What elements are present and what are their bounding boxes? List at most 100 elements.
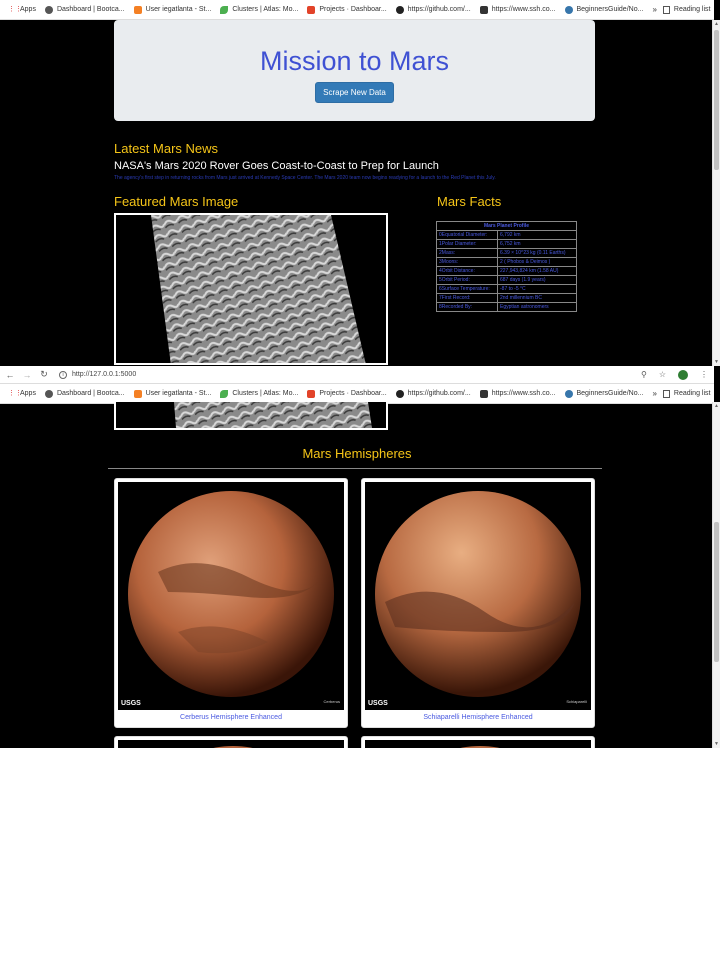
hemisphere-card-schiaparelli[interactable]: USGS Schiaparelli Schiaparelli Hemispher… bbox=[361, 478, 595, 728]
bookmark-stackoverflow[interactable]: User iegatlanta - St... bbox=[133, 389, 211, 398]
page-scrollbar-top[interactable]: ▲ ▼ bbox=[712, 20, 720, 366]
github-icon bbox=[395, 389, 404, 398]
hemisphere-card-cerberus[interactable]: USGS Cerberus Cerberus Hemisphere Enhanc… bbox=[114, 478, 348, 728]
bookmark-apps[interactable]: ⋮⋮ Apps bbox=[8, 6, 36, 14]
facts-key-cell: 8Recorded By: bbox=[436, 302, 498, 312]
hemisphere-image[interactable]: USGS Schiaparelli bbox=[365, 482, 591, 710]
facts-value-cell: 6,752 km bbox=[497, 239, 577, 249]
hemisphere-card-partial[interactable] bbox=[114, 736, 348, 748]
scrollbar-thumb[interactable] bbox=[714, 522, 719, 662]
facts-row: 8Recorded By: Egyptian astronomers bbox=[436, 302, 577, 312]
bookmark-python[interactable]: BeginnersGuide/No... bbox=[564, 389, 643, 398]
facts-index: 1 bbox=[439, 241, 442, 247]
facts-row: 0Equatorial Diameter: 6,792 km bbox=[436, 230, 577, 240]
mars-globe-image bbox=[188, 746, 278, 748]
ssh-icon bbox=[479, 5, 488, 14]
scroll-up-arrow-icon[interactable]: ▲ bbox=[713, 21, 720, 27]
forward-arrow-icon[interactable]: → bbox=[20, 370, 34, 380]
dune-texture-image bbox=[174, 402, 372, 428]
bookmarks-bar-2: ⋮⋮ Apps Dashboard | Bootca... User iegatl… bbox=[0, 384, 714, 404]
facts-index: 0 bbox=[439, 232, 442, 238]
bookmark-github[interactable]: https://github.com/... bbox=[395, 5, 471, 14]
mars-facts-table: Mars Planet Profile 0Equatorial Diameter… bbox=[436, 221, 577, 312]
facts-key-cell: 1Polar Diameter: bbox=[436, 239, 498, 249]
back-arrow-icon[interactable]: ← bbox=[3, 370, 17, 380]
facts-key-cell: 2Mass: bbox=[436, 248, 498, 258]
bookmarks-more-button[interactable]: » bbox=[652, 389, 656, 398]
facts-row: 7First Record: 2nd millennium BC bbox=[436, 293, 577, 303]
mongodb-leaf-icon bbox=[220, 389, 229, 398]
hemisphere-title-link[interactable]: Cerberus Hemisphere Enhanced bbox=[118, 714, 344, 721]
scroll-up-arrow-icon[interactable]: ▲ bbox=[713, 403, 720, 409]
mars-globe-image bbox=[375, 491, 581, 697]
globe-icon bbox=[44, 389, 53, 398]
facts-value-cell: 227,943,824 km (1.58 AU) bbox=[497, 266, 577, 276]
scrape-button[interactable]: Scrape New Data bbox=[315, 82, 394, 103]
page-title: Mission to Mars bbox=[259, 46, 450, 76]
mongodb-leaf-icon bbox=[220, 5, 229, 14]
url-field[interactable]: i http://127.0.0.1:5000 bbox=[59, 370, 136, 379]
facts-header: Mars Planet Profile bbox=[436, 221, 577, 231]
bookmark-stackoverflow[interactable]: User iegatlanta - St... bbox=[133, 5, 211, 14]
hemisphere-title-link[interactable]: Schiaparelli Hemisphere Enhanced bbox=[365, 714, 591, 721]
bookmark-star-icon[interactable]: ☆ bbox=[659, 370, 666, 379]
avatar[interactable] bbox=[678, 369, 688, 380]
news-paragraph: The agency's first step in returning roc… bbox=[114, 175, 496, 181]
news-title: NASA's Mars 2020 Rover Goes Coast-to-Coa… bbox=[114, 160, 439, 172]
facts-key-cell: 6Surface Temperature: bbox=[436, 284, 498, 294]
featured-image-bottom bbox=[114, 402, 388, 430]
featured-heading: Featured Mars Image bbox=[114, 194, 239, 209]
bookmark-atlas[interactable]: Clusters | Atlas: Mo... bbox=[220, 389, 298, 398]
reading-list-button[interactable]: Reading list bbox=[662, 389, 710, 398]
hemisphere-image[interactable]: USGS Cerberus bbox=[118, 482, 344, 710]
facts-row: 3Moons: 2 ( Phobos & Deimos ) bbox=[436, 257, 577, 267]
reading-list-icon bbox=[662, 5, 670, 14]
url-text[interactable]: http://127.0.0.1:5000 bbox=[72, 371, 136, 378]
apps-grid-icon: ⋮⋮ bbox=[8, 389, 22, 397]
featured-image bbox=[114, 213, 388, 365]
bookmark-atlas[interactable]: Clusters | Atlas: Mo... bbox=[220, 5, 298, 14]
scroll-down-arrow-icon[interactable]: ▼ bbox=[713, 741, 720, 747]
bookmarks-bar: ⋮⋮ Apps Dashboard | Bootca... User iegatl… bbox=[0, 0, 714, 20]
hemisphere-image[interactable] bbox=[365, 740, 591, 748]
stackoverflow-icon bbox=[133, 389, 142, 398]
facts-value-cell: 6,792 km bbox=[497, 230, 577, 240]
facts-key-cell: 4Orbit Distance: bbox=[436, 266, 498, 276]
zoom-icon[interactable]: ⚲ bbox=[641, 370, 647, 379]
globe-icon bbox=[44, 5, 53, 14]
facts-key-cell: 3Moons: bbox=[436, 257, 498, 267]
bookmark-dashboard[interactable]: Dashboard | Bootca... bbox=[44, 5, 125, 14]
facts-index: 6 bbox=[439, 286, 442, 292]
hemispheres-heading: Mars Hemispheres bbox=[302, 446, 412, 461]
menu-kebab-icon[interactable]: ⋮ bbox=[700, 370, 708, 379]
bookmark-ssh[interactable]: https://www.ssh.co... bbox=[479, 389, 556, 398]
scrollbar-thumb[interactable] bbox=[714, 30, 719, 170]
hemisphere-card-partial[interactable] bbox=[361, 736, 595, 748]
facts-index: 7 bbox=[439, 295, 442, 301]
bookmark-ssh[interactable]: https://www.ssh.co... bbox=[479, 5, 556, 14]
hemisphere-image[interactable] bbox=[118, 740, 344, 748]
github-icon bbox=[395, 5, 404, 14]
page-scrollbar-bottom[interactable]: ▲ ▼ bbox=[712, 402, 720, 748]
facts-value-cell: 687 days (1.9 years) bbox=[497, 275, 577, 285]
mars-globe-image bbox=[128, 491, 334, 697]
facts-index: 5 bbox=[439, 277, 442, 283]
scroll-down-arrow-icon[interactable]: ▼ bbox=[713, 359, 720, 365]
bookmark-apps[interactable]: ⋮⋮ Apps bbox=[8, 390, 36, 398]
bookmark-github[interactable]: https://github.com/... bbox=[395, 389, 471, 398]
info-icon[interactable]: i bbox=[59, 370, 67, 379]
dune-texture-image bbox=[151, 215, 366, 363]
apps-grid-icon: ⋮⋮ bbox=[8, 5, 22, 13]
bookmark-dashboard[interactable]: Dashboard | Bootca... bbox=[44, 389, 125, 398]
bookmarks-more-button[interactable]: » bbox=[652, 5, 656, 14]
bookmark-gitlab[interactable]: Projects · Dashboar... bbox=[307, 5, 387, 14]
reload-icon[interactable]: ↻ bbox=[37, 369, 51, 380]
news-heading: Latest Mars News bbox=[114, 141, 219, 156]
facts-heading: Mars Facts bbox=[437, 194, 502, 209]
bookmark-gitlab[interactable]: Projects · Dashboar... bbox=[307, 389, 387, 398]
mars-globe-image bbox=[435, 746, 525, 748]
ssh-icon bbox=[479, 389, 488, 398]
facts-row: 2Mass: 6.39 × 10^23 kg (0.11 Earths) bbox=[436, 248, 577, 258]
reading-list-button[interactable]: Reading list bbox=[662, 5, 710, 14]
bookmark-python[interactable]: BeginnersGuide/No... bbox=[564, 5, 643, 14]
